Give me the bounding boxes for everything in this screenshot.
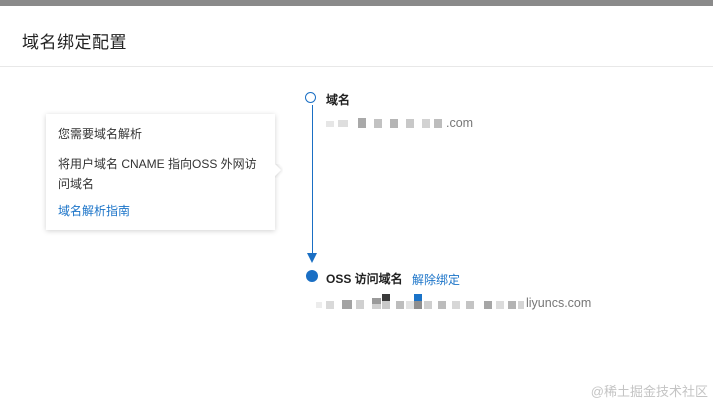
redacted-mosaic [326,117,446,129]
domain-value: .com [326,116,473,130]
dns-callout: 您需要域名解析 将用户域名 CNAME 指向OSS 外网访问域名 域名解析指南 [46,114,275,230]
oss-domain-label: OSS 访问域名 [326,272,403,286]
redacted-mosaic [316,294,526,309]
watermark: @稀土掘金技术社区 [590,384,708,399]
unbind-link[interactable]: 解除绑定 [412,271,460,288]
step-hollow-dot-icon [305,92,316,103]
page-title: 域名绑定配置 [22,33,127,52]
domain-suffix: .com [446,116,474,130]
callout-heading: 您需要域名解析 [58,127,143,141]
domain-label: 域名 [326,93,351,107]
oss-domain-suffix: liyuncs.com [526,296,592,310]
callout-pointer [275,164,283,178]
oss-domain-value: liyuncs.com [316,294,592,310]
header-divider [0,66,713,67]
step-filled-dot-icon [306,270,318,282]
top-bar [0,0,713,6]
flow-connector-line [312,105,313,255]
callout-description: 将用户域名 CNAME 指向OSS 外网访问域名 [58,157,257,191]
arrow-down-icon [307,253,317,263]
dns-guide-link[interactable]: 域名解析指南 [58,203,263,219]
